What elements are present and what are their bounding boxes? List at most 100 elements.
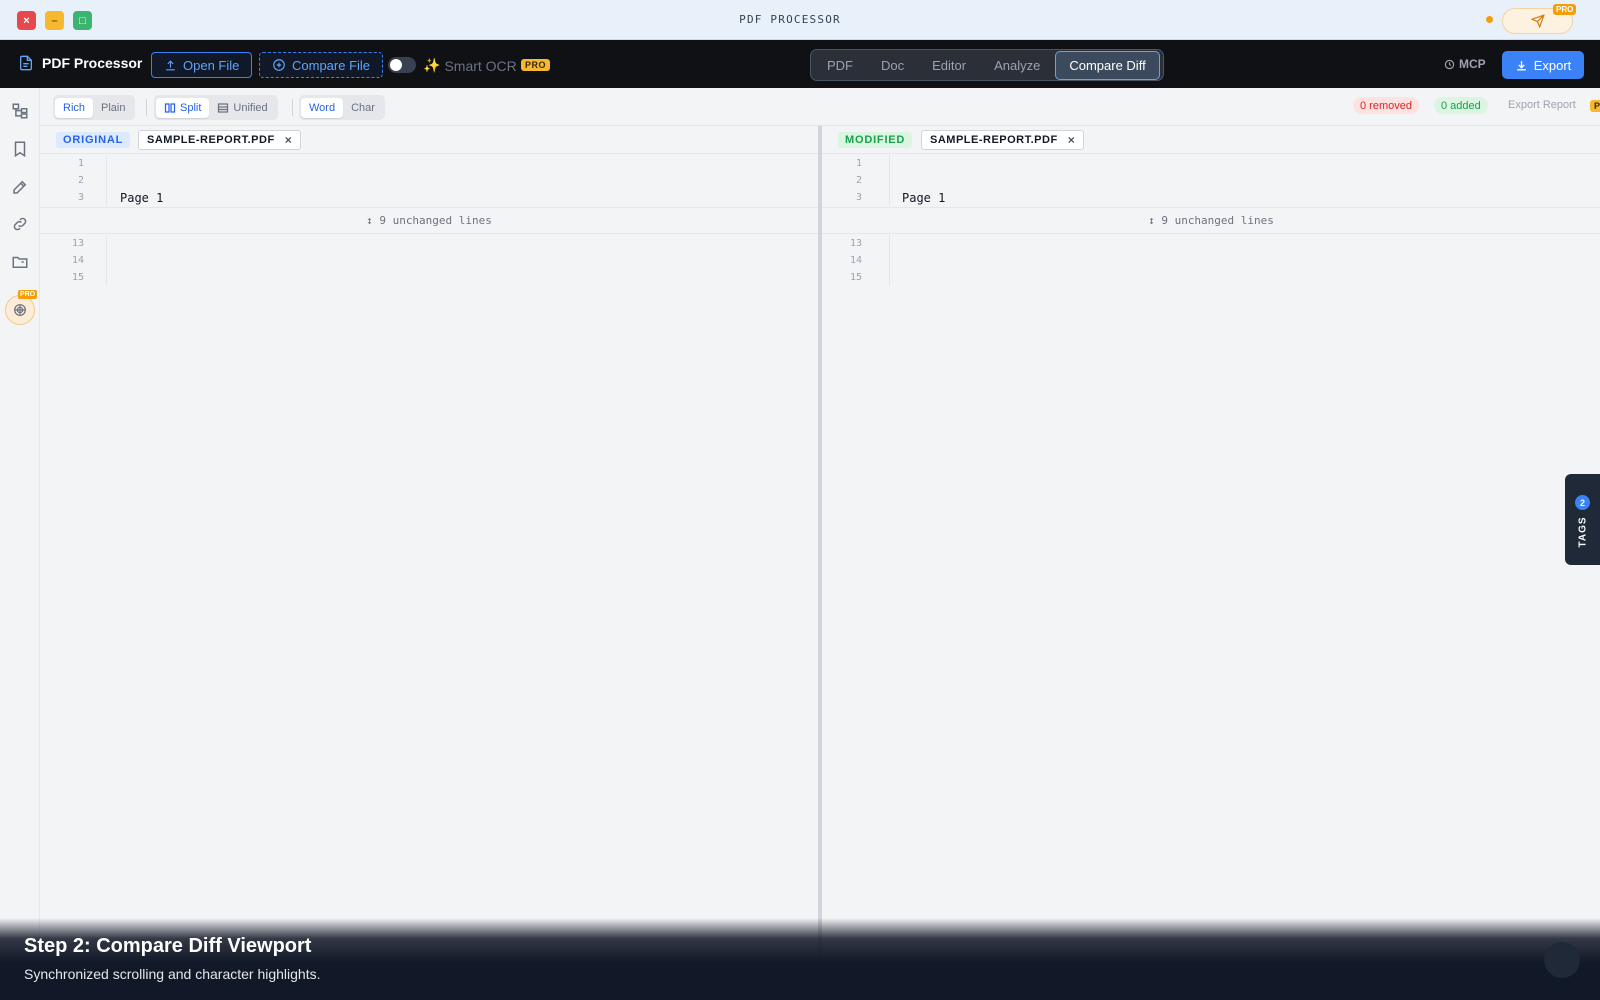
line-number: 14 [849, 255, 862, 266]
smart-ocr-text: Smart OCR [444, 57, 517, 74]
plus-circle-icon [273, 59, 285, 71]
swirl-icon [14, 304, 26, 316]
code-line: 2 [40, 172, 818, 189]
code-line: 15 [40, 269, 818, 286]
code-line: 1 [822, 155, 1600, 172]
open-file-button[interactable]: Open File [151, 52, 253, 78]
tags-label: TAGS [1577, 516, 1589, 548]
plain-option[interactable]: Plain [93, 98, 133, 118]
original-file-chip[interactable]: SAMPLE-REPORT.PDF × [138, 130, 302, 150]
status-dot [1486, 16, 1493, 23]
tab-compare-diff[interactable]: Compare Diff [1055, 50, 1160, 80]
upload-icon [166, 59, 175, 70]
export-report-button[interactable]: Export Report [1508, 99, 1576, 111]
close-icon[interactable]: × [1068, 133, 1076, 147]
columns-icon [164, 102, 176, 113]
caption-title: Step 2: Compare Diff Viewport [24, 935, 312, 957]
pro-badge: PRO [1553, 4, 1577, 15]
export-button[interactable]: Export [1502, 51, 1584, 79]
export-report-pro-badge: PRO [1590, 100, 1600, 112]
unified-label: Unified [233, 101, 268, 114]
export-label: Export [1533, 57, 1572, 73]
line-number: 2 [855, 175, 862, 186]
caption-subtitle: Synchronized scrolling and character hig… [24, 966, 321, 982]
line-number: 15 [849, 272, 862, 283]
rich-option[interactable]: Rich [55, 97, 94, 118]
code-line: 3 Page 1 [822, 189, 1600, 206]
split-label: Split [180, 101, 202, 114]
open-file-label: Open File [183, 57, 240, 73]
download-icon [1516, 60, 1526, 71]
edit-icon[interactable] [11, 178, 29, 196]
layout-toggle: Split Unified [154, 95, 278, 120]
line-number: 15 [71, 272, 84, 283]
mcp-label: MCP [1459, 57, 1486, 71]
removed-count-badge: 0 removed [1353, 97, 1419, 114]
line-number: 13 [71, 238, 84, 249]
code-line: 14 [40, 252, 818, 269]
line-number: 3 [77, 192, 84, 203]
left-sidebar: PRO [0, 88, 40, 1000]
folder-icon[interactable] [11, 253, 29, 271]
sparkle-icon: ✨ [423, 57, 441, 73]
tab-editor[interactable]: Editor [919, 52, 979, 79]
code-line: 3 Page 1 [40, 189, 818, 206]
tutorial-caption: Step 2: Compare Diff Viewport Synchroniz… [0, 918, 1600, 1000]
brand-name: PDF Processor [42, 55, 143, 71]
added-count-badge: 0 added [1434, 97, 1488, 114]
split-option[interactable]: Split [156, 97, 210, 118]
code-line: 13 [822, 235, 1600, 252]
toggle-knob [390, 59, 402, 71]
tab-analyze[interactable]: Analyze [981, 52, 1053, 79]
ai-assistant-button[interactable] [5, 295, 35, 325]
smart-ocr-pro-badge: PRO [521, 59, 551, 71]
structure-icon[interactable] [11, 102, 29, 120]
line-text: Page 1 [120, 191, 164, 205]
code-line: 15 [822, 269, 1600, 286]
brand: PDF Processor [18, 54, 142, 72]
diff-options-bar: Rich Plain Split Unified Word Char 0 rem… [40, 88, 1600, 126]
compare-file-label: Compare File [292, 57, 371, 73]
main-toolbar: PDF Processor Open File Compare File ✨ S… [0, 40, 1600, 88]
mode-tabs: PDF Doc Editor Analyze Compare Diff [810, 49, 1164, 81]
line-number: 14 [71, 255, 84, 266]
mcp-button[interactable]: MCP [1444, 57, 1486, 71]
render-mode-toggle: Rich Plain [53, 95, 136, 120]
tags-drawer-tab[interactable]: 2 TAGS [1565, 474, 1600, 565]
original-pane[interactable]: ORIGINAL SAMPLE-REPORT.PDF × 1 2 3 Page 1… [40, 126, 818, 1000]
word-option[interactable]: Word [301, 97, 344, 118]
modified-file-chip[interactable]: SAMPLE-REPORT.PDF × [921, 130, 1085, 150]
modified-pane-header: MODIFIED SAMPLE-REPORT.PDF × [822, 126, 1600, 154]
expand-unchanged-lines[interactable]: ↕ 9 unchanged lines [822, 207, 1600, 234]
char-option[interactable]: Char [343, 98, 383, 118]
line-text: Page 1 [902, 191, 946, 205]
help-button[interactable] [1544, 942, 1580, 978]
line-number: 1 [77, 158, 84, 169]
code-line: 2 [822, 172, 1600, 189]
expand-unchanged-lines[interactable]: ↕ 9 unchanged lines [40, 207, 818, 234]
granularity-toggle: Word Char [299, 95, 385, 120]
original-pane-header: ORIGINAL SAMPLE-REPORT.PDF × [40, 126, 818, 154]
modified-pane[interactable]: MODIFIED SAMPLE-REPORT.PDF × 1 2 3 Page 1… [822, 126, 1600, 1000]
compare-file-button[interactable]: Compare File [259, 52, 384, 78]
original-code: 1 2 3 Page 1 ↕ 9 unchanged lines 13 14 15 [40, 154, 818, 286]
smart-ocr-toggle[interactable] [388, 57, 416, 73]
clock-icon [1444, 59, 1455, 69]
original-file-name: SAMPLE-REPORT.PDF [147, 134, 275, 146]
link-icon[interactable] [11, 215, 29, 233]
sidebar-pro-badge: PRO [18, 290, 38, 299]
code-line: 14 [822, 252, 1600, 269]
line-number: 2 [77, 175, 84, 186]
smart-ocr-label: ✨ Smart OCR [423, 57, 517, 74]
rows-icon [218, 102, 229, 113]
modified-file-name: SAMPLE-REPORT.PDF [930, 134, 1058, 146]
tab-pdf[interactable]: PDF [814, 52, 866, 79]
close-icon[interactable]: × [285, 133, 293, 147]
line-number: 13 [849, 238, 862, 249]
tags-count-badge: 2 [1575, 495, 1590, 510]
tab-doc[interactable]: Doc [868, 52, 917, 79]
bookmark-icon[interactable] [11, 140, 29, 158]
divider [292, 99, 293, 116]
line-number: 1 [855, 158, 862, 169]
unified-option[interactable]: Unified [209, 98, 275, 118]
